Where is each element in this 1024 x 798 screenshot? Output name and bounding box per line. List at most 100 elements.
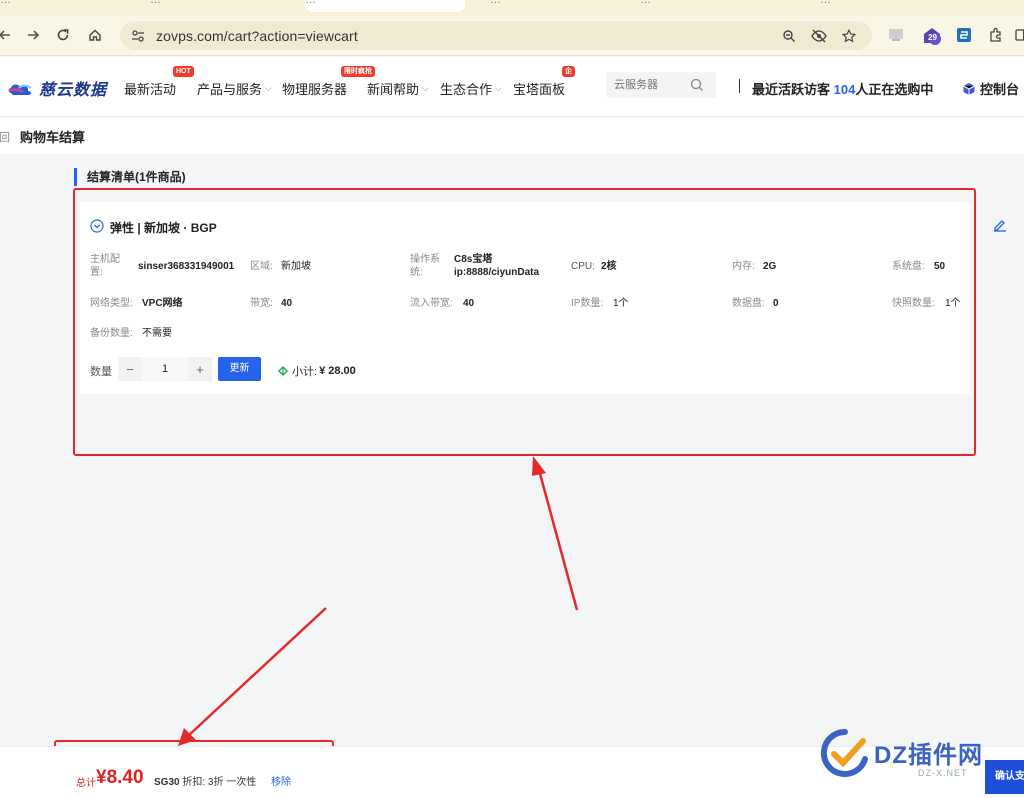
- active-visitors: 最近活跃访客 104人正在选购中: [752, 79, 933, 98]
- browser-tab[interactable]: …: [820, 0, 970, 12]
- config-system-disk: 系统盘: 50: [892, 260, 967, 274]
- browser-toolbar: zovps.com/cart?action=viewcart 29: [0, 16, 1024, 56]
- annotation-arrow-up: [537, 469, 579, 611]
- config-os: 操作系统: C8s宝塔 ip:8888/ciyunData: [410, 253, 560, 281]
- nav-bt-panel[interactable]: 宝塔面板: [513, 79, 565, 98]
- edit-icon[interactable]: [993, 218, 1007, 232]
- subtotal-value: ¥ 28.00: [319, 365, 356, 377]
- reload-icon[interactable]: [52, 24, 74, 46]
- eye-off-icon[interactable]: [810, 27, 828, 45]
- extension-s-icon[interactable]: [954, 25, 974, 45]
- subtotal-label: 小计:: [292, 366, 318, 378]
- nav-physical-servers[interactable]: 物理服务器: [282, 79, 347, 98]
- remove-promo-link[interactable]: 移除: [271, 773, 291, 788]
- logo-text: 慈云数据: [39, 82, 108, 99]
- config-value: 0: [773, 298, 779, 309]
- collapse-chevron-icon[interactable]: [90, 219, 104, 233]
- zoom-icon[interactable]: [780, 27, 798, 45]
- header-search: [606, 72, 716, 98]
- bookmark-star-icon[interactable]: [840, 27, 858, 45]
- extension-home-icon[interactable]: 29: [922, 25, 942, 45]
- update-button[interactable]: 更新: [218, 357, 261, 381]
- sidebar-panel-icon[interactable]: [1012, 25, 1024, 45]
- back-link[interactable]: 返回: [0, 129, 10, 145]
- forward-icon[interactable]: [22, 24, 44, 46]
- config-region: 区域: 新加坡: [250, 260, 400, 274]
- promo-info: SG30 折扣: 3折 一次性: [154, 773, 256, 788]
- config-key: 流入带宽:: [410, 298, 453, 309]
- subtotal: 小计: ¥ 28.00: [277, 363, 356, 379]
- config-key: IP数量:: [571, 298, 604, 309]
- checkout-bar: 总计 ¥8.40 SG30 折扣: 3折 一次性 移除 确认支付: [0, 746, 1024, 798]
- browser-tab-active[interactable]: …: [305, 0, 465, 12]
- nav-news-help[interactable]: 新闻帮助 ⌵: [367, 79, 429, 98]
- promo-code: SG30: [154, 777, 180, 788]
- page-title: 购物车结算: [20, 130, 86, 145]
- config-key: 操作系统:: [410, 254, 440, 278]
- config-value: 2核: [601, 261, 617, 272]
- config-value: 2G: [763, 261, 777, 272]
- extensions-puzzle-icon[interactable]: [986, 25, 1006, 45]
- confirm-payment-button[interactable]: 确认支付: [985, 760, 1024, 794]
- config-value: 1个: [613, 298, 629, 309]
- home-icon[interactable]: [84, 24, 106, 46]
- config-value: C8s宝塔 ip:8888/ciyunData: [454, 254, 540, 278]
- config-network-type: 网络类型: VPC网络: [90, 297, 240, 311]
- config-bandwidth: 带宽: 40: [250, 297, 400, 311]
- config-data-disk: 数据盘: 0: [732, 297, 852, 311]
- product-name: 弹性 | 新加坡 · BGP: [110, 221, 217, 235]
- breadcrumb: 返回 购物车结算: [0, 118, 1024, 154]
- nav-products-services[interactable]: 产品与服务 ⌵: [197, 79, 272, 98]
- config-host: 主机配置: sinser368331949001: [90, 253, 240, 281]
- enterprise-badge: 企: [562, 66, 575, 77]
- browser-tab[interactable]: …: [150, 0, 300, 12]
- browser-tab[interactable]: …: [0, 0, 140, 12]
- hot-badge: HOT: [173, 66, 194, 77]
- config-key: 带宽:: [250, 298, 273, 309]
- visitors-suffix: 人正在选购中: [855, 82, 934, 97]
- config-value: 新加坡: [281, 261, 311, 272]
- flash-sale-badge: 限时疯抢: [341, 66, 375, 77]
- total-amount: ¥8.40: [96, 767, 144, 788]
- nav-latest-events[interactable]: 最新活动: [124, 79, 176, 98]
- browser-tab[interactable]: …: [490, 0, 610, 12]
- config-value: 50: [934, 261, 946, 272]
- config-key: 数据盘:: [732, 298, 765, 309]
- cart-section-title: 结算清单(1件商品): [74, 168, 186, 186]
- subtotal-icon: [278, 366, 288, 376]
- config-key: 网络类型:: [90, 298, 133, 309]
- search-input[interactable]: [614, 77, 690, 93]
- header-divider: [739, 79, 740, 93]
- config-key: 内存:: [732, 261, 755, 272]
- chevron-down-icon: ⌵: [422, 83, 429, 93]
- console-link[interactable]: 控制台: [962, 79, 1019, 98]
- cast-icon[interactable]: [886, 25, 906, 45]
- config-value: 1个: [945, 298, 961, 309]
- config-snapshot-count: 快照数量: 1个: [892, 297, 968, 311]
- nav-label: 新闻帮助: [367, 82, 420, 97]
- increment-button[interactable]: +: [188, 357, 212, 381]
- nav-ecosystem[interactable]: 生态合作 ⌵: [440, 79, 502, 98]
- decrement-button[interactable]: −: [118, 357, 142, 381]
- quantity-input[interactable]: 1: [142, 357, 188, 381]
- nav-label: 宝塔面板: [513, 82, 566, 97]
- back-icon[interactable]: [0, 24, 16, 46]
- url-text[interactable]: zovps.com/cart?action=viewcart: [156, 28, 358, 44]
- address-bar[interactable]: zovps.com/cart?action=viewcart: [120, 21, 872, 50]
- console-label: 控制台: [980, 82, 1020, 97]
- config-value: VPC网络: [142, 298, 183, 309]
- cloud-logo-icon: [8, 84, 32, 95]
- config-inbound-bandwidth: 流入带宽: 40: [410, 297, 560, 311]
- config-key: 备份数量:: [90, 328, 133, 339]
- config-value: 不需要: [142, 328, 172, 339]
- nav-label: 生态合作: [440, 82, 493, 97]
- nav-label: 产品与服务: [197, 82, 263, 97]
- quantity-stepper: − 1 +: [118, 357, 212, 381]
- config-key: 快照数量:: [892, 298, 935, 309]
- site-logo[interactable]: 慈云数据: [7, 77, 107, 99]
- search-icon[interactable]: [690, 78, 704, 92]
- site-settings-icon[interactable]: [130, 28, 146, 44]
- nav-label: 最新活动: [124, 82, 177, 97]
- browser-tab[interactable]: …: [640, 0, 790, 12]
- annotation-arrow-down: [187, 607, 327, 737]
